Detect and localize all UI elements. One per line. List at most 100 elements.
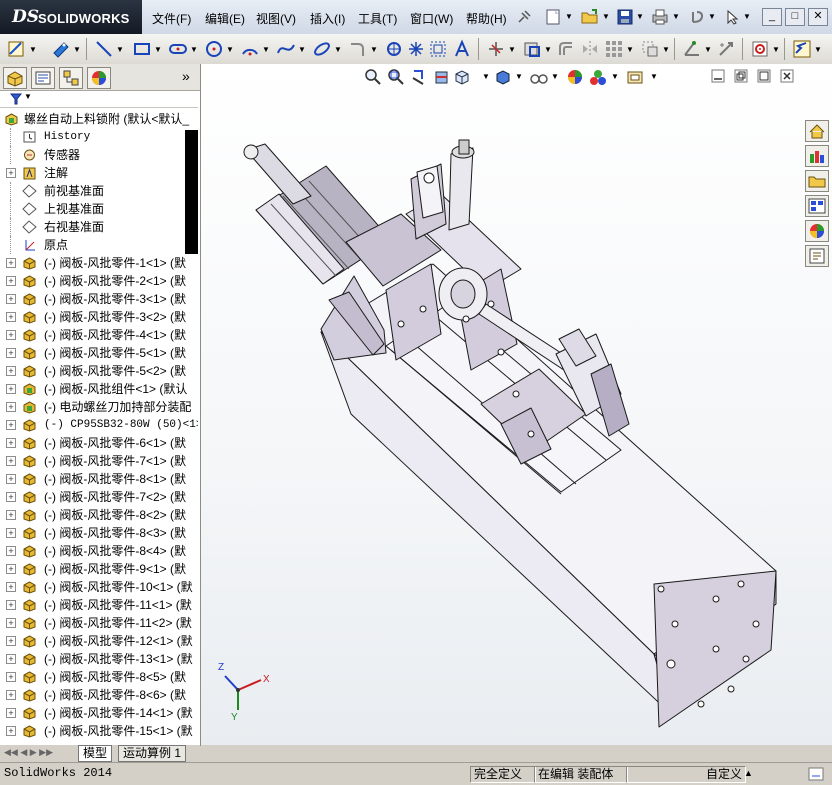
tree-item[interactable]: + (-) 阀板-风批零件-8<1> (默 bbox=[0, 470, 198, 488]
tree-item[interactable]: + (-) 阀板-风批零件-9<1> (默 bbox=[0, 560, 198, 578]
menu-view[interactable]: 视图(V) bbox=[256, 10, 296, 27]
graphics-area[interactable]: ▼ ▼ ▼ ▼ ▼ X Y Z bbox=[201, 64, 832, 745]
expand-toggle-icon[interactable]: + bbox=[6, 276, 16, 286]
tree-item[interactable]: + (-) 阀板-风批零件-11<1> (默 bbox=[0, 596, 198, 614]
tree-item[interactable]: + (-) 阀板-风批零件-11<2> (默 bbox=[0, 614, 198, 632]
expand-toggle-icon[interactable]: + bbox=[6, 366, 16, 376]
menu-window[interactable]: 窗口(W) bbox=[410, 10, 453, 27]
expand-toggle-icon[interactable]: + bbox=[6, 492, 16, 502]
repair-sketch-icon[interactable] bbox=[716, 39, 736, 59]
circle-icon[interactable] bbox=[204, 39, 224, 59]
chevron-down-icon[interactable]: ▼ bbox=[116, 45, 124, 54]
rapid-sketch-icon[interactable] bbox=[792, 39, 812, 59]
chevron-down-icon[interactable]: ▼ bbox=[602, 12, 610, 21]
expand-toggle-icon[interactable]: + bbox=[6, 672, 16, 682]
linear-pattern-icon[interactable] bbox=[604, 39, 624, 59]
expand-panel-button[interactable]: » bbox=[182, 68, 190, 84]
view-palette-icon[interactable] bbox=[805, 195, 829, 217]
tree-item[interactable]: + (-) 阀板-风批零件-8<4> (默 bbox=[0, 542, 198, 560]
tree-item[interactable]: + (-) 阀板-风批零件-7<2> (默 bbox=[0, 488, 198, 506]
tree-item[interactable]: + (-) 阀板-风批零件-6<1> (默 bbox=[0, 434, 198, 452]
expand-toggle-icon[interactable]: + bbox=[6, 582, 16, 592]
arc-icon[interactable] bbox=[240, 39, 260, 59]
expand-toggle-icon[interactable]: + bbox=[6, 384, 16, 394]
chevron-down-icon[interactable]: ▼ bbox=[298, 45, 306, 54]
chevron-down-icon[interactable]: ▼ bbox=[636, 12, 644, 21]
expand-toggle-icon[interactable]: + bbox=[6, 474, 16, 484]
expand-toggle-icon[interactable]: + bbox=[6, 690, 16, 700]
tree-scrollbar[interactable] bbox=[185, 130, 198, 254]
chevron-down-icon[interactable]: ▼ bbox=[370, 45, 378, 54]
expand-toggle-icon[interactable]: + bbox=[6, 654, 16, 664]
chevron-down-icon[interactable]: ▼ bbox=[544, 45, 552, 54]
trim-entities-icon[interactable] bbox=[486, 39, 506, 59]
assembly-model[interactable] bbox=[201, 64, 832, 745]
tree-item[interactable]: 传感器 bbox=[0, 146, 198, 164]
expand-toggle-icon[interactable]: + bbox=[6, 528, 16, 538]
expand-toggle-icon[interactable]: + bbox=[6, 168, 16, 178]
chevron-down-icon[interactable]: ▼ bbox=[73, 45, 81, 54]
menu-tools[interactable]: 工具(T) bbox=[358, 10, 397, 27]
expand-toggle-icon[interactable]: + bbox=[6, 420, 16, 430]
convert-entities-icon[interactable] bbox=[522, 39, 542, 59]
menu-edit[interactable]: 编辑(E) bbox=[205, 10, 245, 27]
chevron-down-icon[interactable]: ▼ bbox=[662, 45, 670, 54]
smart-dimension-icon[interactable] bbox=[50, 39, 72, 59]
tree-item[interactable]: + (-) 阀板-风批零件-5<1> (默 bbox=[0, 344, 198, 362]
quick-snaps-icon[interactable] bbox=[750, 39, 770, 59]
ellipse-icon[interactable] bbox=[312, 39, 332, 59]
new-document-icon[interactable] bbox=[544, 8, 562, 26]
chevron-down-icon[interactable]: ▼ bbox=[814, 45, 822, 54]
menu-insert[interactable]: 插入(I) bbox=[310, 10, 345, 27]
plane-icon[interactable] bbox=[384, 39, 404, 59]
display-relations-icon[interactable] bbox=[682, 39, 702, 59]
appearances-icon[interactable] bbox=[805, 220, 829, 242]
expand-toggle-icon[interactable]: + bbox=[6, 348, 16, 358]
pin-icon[interactable] bbox=[516, 9, 532, 25]
tree-item[interactable]: History bbox=[0, 128, 198, 146]
quick-tips-icon[interactable] bbox=[808, 767, 824, 781]
property-manager-tab[interactable] bbox=[31, 67, 55, 89]
menu-help[interactable]: 帮助(H) bbox=[466, 10, 507, 27]
tree-item[interactable]: + (-) 电动螺丝刀加持部分装配 bbox=[0, 398, 198, 416]
expand-toggle-icon[interactable]: + bbox=[6, 402, 16, 412]
chevron-down-icon[interactable]: ▼ bbox=[226, 45, 234, 54]
mirror-entities-icon[interactable] bbox=[580, 39, 600, 59]
expand-toggle-icon[interactable]: + bbox=[6, 564, 16, 574]
custom-properties-icon[interactable] bbox=[805, 245, 829, 267]
filter-bar[interactable]: ▼ bbox=[0, 91, 198, 108]
chevron-down-icon[interactable]: ▼ bbox=[508, 45, 516, 54]
tab-model[interactable]: 模型 bbox=[78, 745, 113, 762]
tree-item[interactable]: + (-) 阀板-风批零件-14<1> (默 bbox=[0, 704, 198, 722]
tree-item[interactable]: + (-) 阀板-风批零件-13<1> (默 bbox=[0, 650, 198, 668]
move-entities-icon[interactable] bbox=[640, 39, 660, 59]
expand-toggle-icon[interactable]: + bbox=[6, 636, 16, 646]
tree-item[interactable]: + (-) 阀板-风批零件-10<1> (默 bbox=[0, 578, 198, 596]
expand-toggle-icon[interactable]: + bbox=[6, 312, 16, 322]
chevron-down-icon[interactable]: ▼ bbox=[772, 45, 780, 54]
configuration-manager-tab[interactable] bbox=[59, 67, 83, 89]
expand-toggle-icon[interactable]: + bbox=[6, 294, 16, 304]
menu-file[interactable]: 文件(F) bbox=[152, 10, 191, 27]
tree-item[interactable]: + (-) 阀板-风批零件-5<2> (默 bbox=[0, 362, 198, 380]
expand-toggle-icon[interactable]: + bbox=[6, 258, 16, 268]
display-manager-tab[interactable] bbox=[87, 67, 111, 89]
rectangle-icon[interactable] bbox=[132, 39, 152, 59]
solidworks-logo[interactable]: DS SOLIDWORKS bbox=[0, 0, 142, 34]
chevron-down-icon[interactable]: ▼ bbox=[708, 12, 716, 21]
save-icon[interactable] bbox=[616, 8, 634, 26]
expand-toggle-icon[interactable]: + bbox=[6, 726, 16, 736]
chevron-down-icon[interactable]: ▼ bbox=[672, 12, 680, 21]
chevron-down-icon[interactable]: ▼ bbox=[24, 92, 32, 101]
chevron-down-icon[interactable]: ▼ bbox=[626, 45, 634, 54]
select-pointer-icon[interactable] bbox=[724, 9, 740, 25]
sketch-icon[interactable] bbox=[6, 39, 28, 59]
tree-item[interactable]: + (-) 阀板-风批零件-4<1> (默 bbox=[0, 326, 198, 344]
tree-item[interactable]: + (-) 阀板-风批零件-15<1> (默 bbox=[0, 722, 198, 740]
expand-toggle-icon[interactable]: + bbox=[6, 600, 16, 610]
tree-item[interactable]: + (-) 阀板-风批零件-3<1> (默 bbox=[0, 290, 198, 308]
filter-icon[interactable] bbox=[10, 93, 22, 105]
tree-item[interactable]: + (-) 阀板-风批零件-8<5> (默 bbox=[0, 668, 198, 686]
tree-item[interactable]: 右视基准面 bbox=[0, 218, 198, 236]
chevron-down-icon[interactable]: ▼ bbox=[262, 45, 270, 54]
